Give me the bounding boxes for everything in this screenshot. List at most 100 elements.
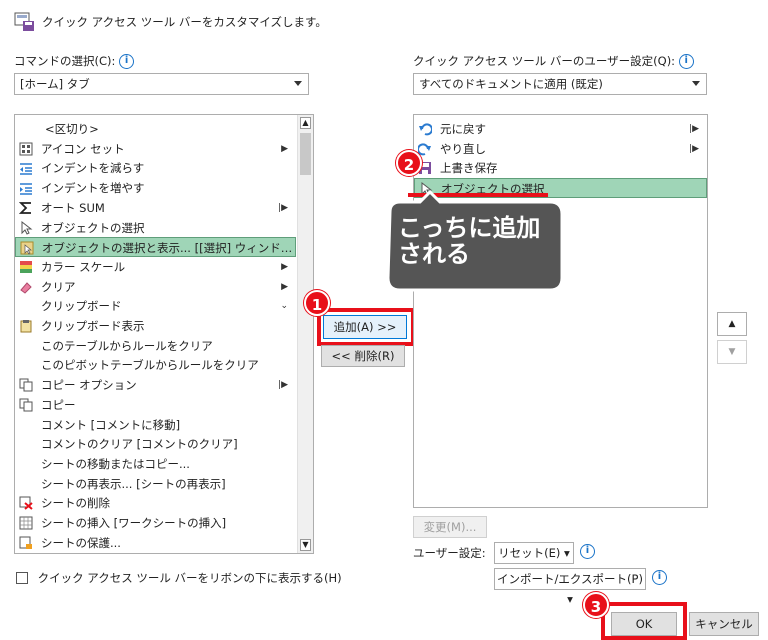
modify-button[interactable]: 変更(M)... (413, 516, 487, 538)
badge-3: 3 (583, 592, 609, 618)
left-list-item[interactable]: シートの削除 (15, 493, 296, 513)
left-list-item-label: オブジェクトの選択と表示... [[選択] ウィンド… (42, 241, 293, 256)
left-list-item-label: アイコン セット (41, 141, 125, 156)
left-list-item[interactable]: オブジェクトの選択 (15, 218, 296, 238)
color-scale-icon (20, 260, 32, 273)
badge-1: 1 (304, 290, 330, 316)
remove-button[interactable]: << 削除(R) (321, 345, 405, 367)
left-list-item-label: シートの削除 (41, 496, 110, 511)
cancel-button[interactable]: キャンセル (689, 612, 759, 636)
left-list-item[interactable]: シートの再表示... [シートの再表示] (15, 474, 296, 494)
left-list-item[interactable]: シートの挿入 [ワークシートの挿入] (15, 513, 296, 533)
info-icon[interactable]: i (119, 54, 135, 69)
right-list-item-label: 上書き保存 (440, 161, 498, 176)
right-list-item-label: 元に戻す (440, 122, 486, 136)
page-title: クイック アクセス ツール バーをカスタマイズします。 (42, 15, 327, 29)
icon-set-icon (19, 142, 33, 156)
sigma-icon (19, 201, 31, 214)
selection-pane-icon (20, 241, 34, 255)
eraser-icon (20, 281, 32, 294)
chevron-down-icon (294, 81, 302, 86)
info-icon[interactable]: i (580, 544, 595, 559)
highlight-add (317, 308, 415, 346)
submenu-indicator-icon: |▶ (278, 380, 288, 391)
left-list-item-label: オブジェクトの選択 (41, 220, 145, 235)
undo-icon (419, 123, 432, 136)
left-list-item[interactable]: このピボットテーブルからルールをクリア (15, 355, 296, 375)
commands-label: コマンドの選択(C): i (14, 53, 135, 69)
copy-icon (19, 378, 33, 392)
move-up-button[interactable]: ▲ (717, 312, 747, 336)
left-list-item-label: <区切り> (45, 122, 99, 136)
left-list-item-label: カラー スケール (41, 259, 126, 274)
left-list-item[interactable]: クリア ▶ (15, 277, 296, 297)
left-list-item[interactable]: シートの保護... (15, 533, 296, 553)
qat-scope-dropdown[interactable]: すべてのドキュメントに適用 (既定) (413, 73, 707, 95)
left-list-item[interactable]: オブジェクトの選択と表示... [[選択] ウィンド… (15, 237, 296, 258)
submenu-indicator-icon: |▶ (278, 202, 288, 213)
left-list-item[interactable]: コピー (15, 395, 296, 415)
badge-2: 2 (396, 150, 422, 176)
right-list-item[interactable]: 元に戻す |▶ (414, 119, 707, 139)
copy-icon (19, 398, 33, 412)
left-list-item-label: クリップボード (41, 299, 122, 314)
right-list-item-label: やり直し (440, 141, 486, 156)
left-list-item-label: コピー オプション (41, 378, 137, 393)
chevron-down-icon (692, 81, 700, 86)
left-list-item[interactable]: アイコン セット ▶ (15, 139, 296, 159)
left-list-item[interactable]: コピー オプション |▶ (15, 375, 296, 395)
commands-dropdown[interactable]: [ホーム] タブ (14, 73, 309, 95)
submenu-indicator-icon: ▶ (281, 143, 288, 154)
submenu-indicator-icon: |▶ (689, 143, 699, 154)
submenu-indicator-icon: ▶ (281, 261, 288, 272)
left-list-item[interactable]: このテーブルからルールをクリア (15, 336, 296, 356)
scroll-up-icon[interactable]: ▲ (300, 117, 311, 129)
info-icon[interactable]: i (652, 570, 667, 585)
left-list-item[interactable]: <区切り> (15, 119, 296, 139)
scroll-down-icon[interactable]: ▼ (300, 539, 311, 551)
sheet-insert-icon (19, 516, 33, 530)
left-list-item-label: このピボットテーブルからルールをクリア (41, 358, 259, 373)
qat-settings-label: クイック アクセス ツール バーのユーザー設定(Q): i (413, 53, 694, 69)
left-list-item-label: このテーブルからルールをクリア (41, 338, 213, 353)
scroll-thumb[interactable] (300, 133, 311, 175)
cursor-icon (21, 220, 33, 235)
submenu-indicator-icon: |▶ (689, 124, 699, 134)
right-list-item[interactable]: やり直し |▶ (414, 139, 707, 159)
left-list-item-label: シートの移動またはコピー... (41, 456, 190, 471)
qat-list[interactable]: 元に戻す |▶ やり直し |▶ 上書き保存 オブジェクトの選択 (413, 114, 708, 508)
left-list-item-label: インデントを増やす (41, 181, 145, 196)
left-list-item-label: オート SUM (41, 200, 105, 215)
import-export-button[interactable]: インポート/エクスポート(P) ▾ (494, 568, 646, 606)
redo-icon (418, 143, 431, 156)
submenu-indicator-icon: ⌄ (280, 301, 288, 312)
commands-list[interactable]: <区切り> アイコン セット ▶ インデントを減らす インデントを増やす オート SUM |… (14, 114, 314, 554)
right-list-item[interactable]: 上書き保存 (414, 158, 707, 178)
left-list-item-label: シートの挿入 [ワークシートの挿入] (41, 516, 227, 530)
left-list-item-label: コピー (41, 397, 76, 412)
indent-increase-icon (20, 183, 32, 195)
left-list-item-label: クリップボード表示 (41, 319, 145, 333)
left-list-item-label: クリア (41, 279, 76, 294)
callout-text: こっちに追加 される (398, 214, 541, 268)
left-list-item[interactable]: クリップボード表示 (15, 316, 296, 336)
left-list-item[interactable]: カラー スケール ▶ (15, 257, 296, 277)
left-list-item[interactable]: インデントを増やす (15, 178, 296, 198)
left-list-item-label: インデントを減らす (41, 161, 145, 176)
sheet-protect-icon (19, 536, 32, 549)
left-list-item[interactable]: オート SUM |▶ (15, 198, 296, 218)
clipboard-icon (20, 320, 32, 333)
left-list-item[interactable]: インデントを減らす (15, 158, 296, 178)
left-list-item[interactable]: コメント [コメントに移動] (15, 415, 296, 435)
left-list-item[interactable]: シートの移動またはコピー... (15, 454, 296, 474)
left-list-item[interactable]: クリップボード ⌄ (15, 296, 296, 316)
show-below-ribbon-checkbox[interactable]: クイック アクセス ツール バーをリボンの下に表示する(H) (16, 570, 342, 586)
left-list-item-label: コメント [コメントに移動] (41, 417, 181, 432)
user-settings-label: ユーザー設定: (413, 546, 486, 560)
left-list-item[interactable]: コメントのクリア [コメントのクリア] (15, 434, 296, 454)
reset-button[interactable]: リセット(E) ▾ (494, 542, 574, 564)
checkbox-box[interactable] (16, 572, 28, 584)
info-icon[interactable]: i (678, 54, 694, 69)
scrollbar[interactable]: ▲ ▼ (297, 115, 313, 553)
move-down-button[interactable]: ▼ (717, 340, 747, 364)
